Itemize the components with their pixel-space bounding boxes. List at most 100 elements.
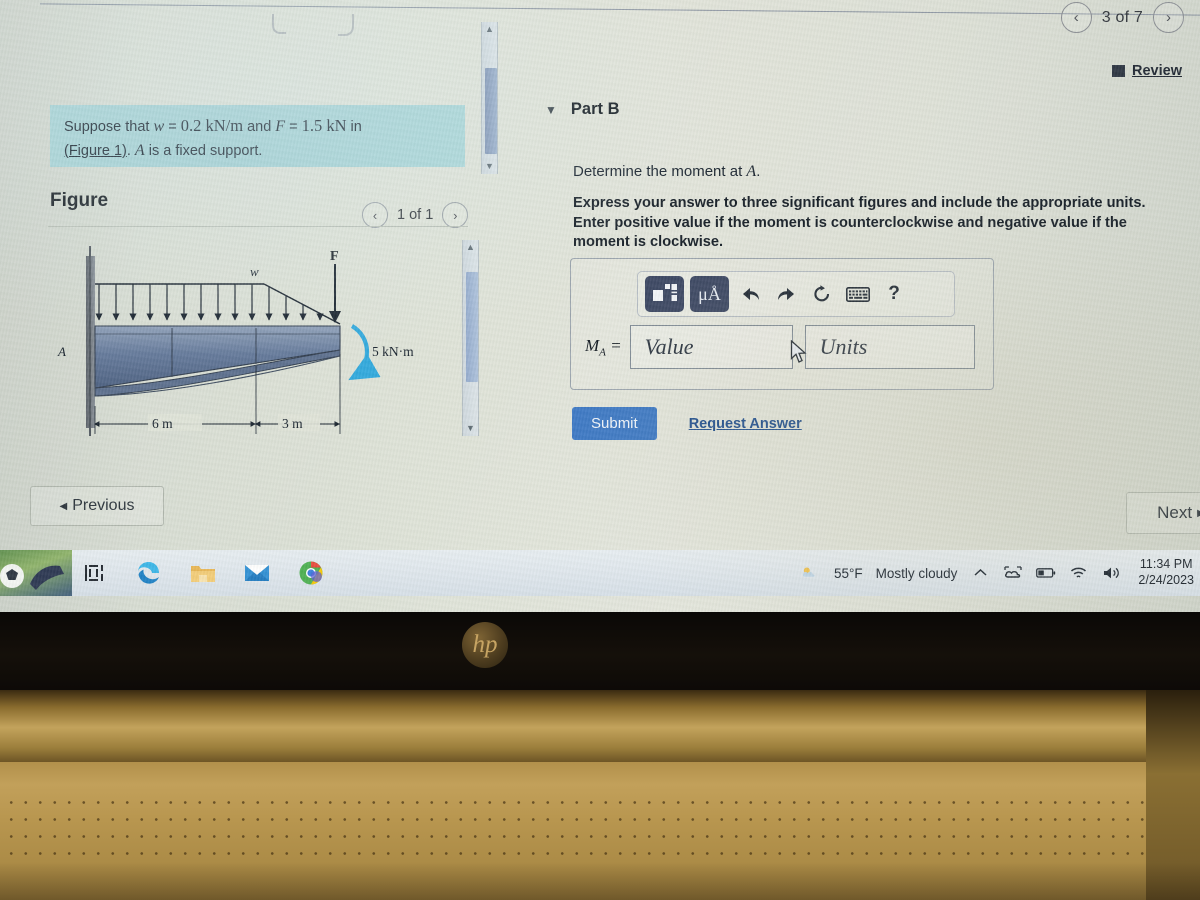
symbol-w: w <box>153 118 165 135</box>
onedrive-icon[interactable] <box>1003 563 1023 583</box>
answer-label: MA = <box>585 336 622 358</box>
keyboard-icon[interactable] <box>843 277 873 311</box>
review-icon <box>1112 65 1126 77</box>
answer-input-row: MA = Value Units <box>585 325 975 369</box>
weather-temp[interactable]: 55°F <box>834 566 863 581</box>
question-symbol-A: A <box>746 163 757 180</box>
scrollbar-thumb[interactable] <box>484 68 497 154</box>
caret-down-icon[interactable]: ▼ <box>545 103 557 117</box>
text-in: in <box>346 119 362 135</box>
undo-arrow-icon[interactable] <box>735 277 765 311</box>
system-tray[interactable]: 55°F Mostly cloudy 11:34 PM 2/24/2023 <box>801 550 1194 596</box>
symbol-F: F <box>275 118 286 135</box>
figure-1-link[interactable]: (Figure 1) <box>64 143 127 159</box>
text-and: and <box>243 119 276 135</box>
figure-next-button[interactable]: › <box>442 202 469 228</box>
scrollbar-thumb[interactable] <box>465 272 478 382</box>
question-text: Determine the moment at A. <box>573 163 761 180</box>
deck-shadow <box>0 862 1200 900</box>
answer-toolbar[interactable]: μÅ ? <box>637 271 955 317</box>
clock-date: 2/24/2023 <box>1138 573 1194 587</box>
reset-circular-arrow-icon[interactable] <box>807 277 837 311</box>
answer-label-M: M <box>585 335 600 355</box>
figure-pager[interactable]: ‹ 1 of 1 › <box>362 202 469 228</box>
battery-icon[interactable] <box>1036 563 1056 583</box>
scroll-down-icon[interactable]: ▼ <box>466 421 475 436</box>
problem-statement-line2: (Figure 1). A is a fixed support. <box>64 139 455 163</box>
left-panel: Suppose that w = 0.2 kN/m and F = 1.5 kN… <box>0 0 500 560</box>
clock-time: 11:34 PM <box>1139 557 1193 572</box>
problem-counter: 3 of 7 <box>1101 8 1143 26</box>
help-icon[interactable]: ? <box>879 277 909 311</box>
text-period: . <box>126 142 135 159</box>
problem-navigation[interactable]: ‹ 3 of 7 › <box>1060 2 1184 33</box>
symbol-A: A <box>134 141 145 159</box>
partly-cloudy-icon[interactable] <box>801 563 821 583</box>
next-button[interactable]: Next ▶ <box>1126 492 1200 534</box>
scroll-up-icon[interactable]: ▲ <box>485 22 494 37</box>
chevron-up-icon[interactable] <box>970 563 990 583</box>
scroll-up-icon[interactable]: ▲ <box>466 240 475 255</box>
speaker-grille <box>0 790 1200 865</box>
redo-arrow-icon[interactable] <box>771 277 801 311</box>
submit-button[interactable]: Submit <box>572 407 657 440</box>
diagram-support-label: A <box>57 344 66 359</box>
next-problem-button[interactable]: › <box>1153 2 1184 33</box>
hp-logo: hp <box>462 622 508 668</box>
figure-counter: 1 of 1 <box>397 207 434 223</box>
question-instructions: Express your answer to three significant… <box>573 195 1146 251</box>
part-b-header[interactable]: ▼ Part B <box>545 100 620 119</box>
part-title: Part B <box>570 100 620 118</box>
answer-units-input[interactable]: Units <box>804 325 975 369</box>
review-link[interactable]: Review <box>1112 63 1182 79</box>
answer-widget: μÅ ? MA = Value Units <box>570 258 994 390</box>
answer-value-placeholder: Value <box>644 334 694 359</box>
next-label: Next <box>1157 503 1193 522</box>
volume-icon[interactable] <box>1102 563 1122 583</box>
text-equals2: = <box>285 119 302 135</box>
diagram-dim-right: 3 m <box>282 416 303 431</box>
windows-taskbar[interactable]: 55°F Mostly cloudy 11:34 PM 2/24/2023 <box>0 550 1200 596</box>
screen-bezel-bottom <box>0 612 1200 690</box>
request-answer-link[interactable]: Request Answer <box>689 416 802 432</box>
weather-description[interactable]: Mostly cloudy <box>876 566 958 581</box>
edge-icon[interactable] <box>134 558 164 588</box>
figure-previous-button[interactable]: ‹ <box>362 202 388 228</box>
previous-problem-button[interactable]: ‹ <box>1060 2 1092 33</box>
diagram-force-label: F <box>330 249 339 264</box>
review-label: Review <box>1132 63 1182 79</box>
previous-label: Previous <box>72 497 135 514</box>
scroll-down-icon[interactable]: ▼ <box>485 159 494 174</box>
wifi-icon[interactable] <box>1069 563 1089 583</box>
answer-label-sub-A: A <box>599 346 606 359</box>
units-template-icon[interactable]: μÅ <box>690 276 729 312</box>
diagram-moment-label: 5 kN·m <box>372 344 414 359</box>
diagram-load-label: w <box>250 264 259 279</box>
task-view-icon[interactable] <box>80 558 110 588</box>
beam-diagram: A w F 5 kN·m 6 m 3 m <box>52 238 462 443</box>
previous-button[interactable]: ◀ Previous <box>30 486 164 526</box>
text-fixed-support: is a fixed support. <box>144 142 263 159</box>
value-F: 1.5 kN <box>301 116 347 135</box>
answer-units-placeholder: Units <box>819 334 868 359</box>
question-block: Determine the moment at A. Express your … <box>573 163 1173 253</box>
file-explorer-icon[interactable] <box>188 558 218 588</box>
problem-statement-line1: Suppose that w = 0.2 kN/m and F = 1.5 kN… <box>64 114 455 139</box>
figure-divider <box>48 226 468 227</box>
mail-icon[interactable] <box>242 558 272 588</box>
diagram-dim-left: 6 m <box>152 416 173 431</box>
chrome-icon[interactable] <box>296 558 326 588</box>
answer-equals: = <box>610 335 622 355</box>
figure-title: Figure <box>50 190 109 211</box>
figure-scrollbar[interactable]: ▲ ▼ <box>462 240 479 436</box>
math-template-icon[interactable] <box>645 276 684 312</box>
answer-value-input[interactable]: Value <box>629 325 793 369</box>
problem-scrollbar[interactable]: ▲ ▼ <box>481 22 498 174</box>
triangle-left-icon: ◀ <box>59 500 68 512</box>
desktop-wallpaper-peek <box>0 550 72 596</box>
laptop-screen: ‹ 3 of 7 › Review Suppose that w = 0.2 k… <box>0 0 1200 612</box>
laptop-hinge <box>0 690 1200 762</box>
taskbar-icons[interactable] <box>80 550 326 596</box>
text-suppose: Suppose that <box>64 119 154 135</box>
clock[interactable]: 11:34 PM 2/24/2023 <box>1138 557 1194 588</box>
